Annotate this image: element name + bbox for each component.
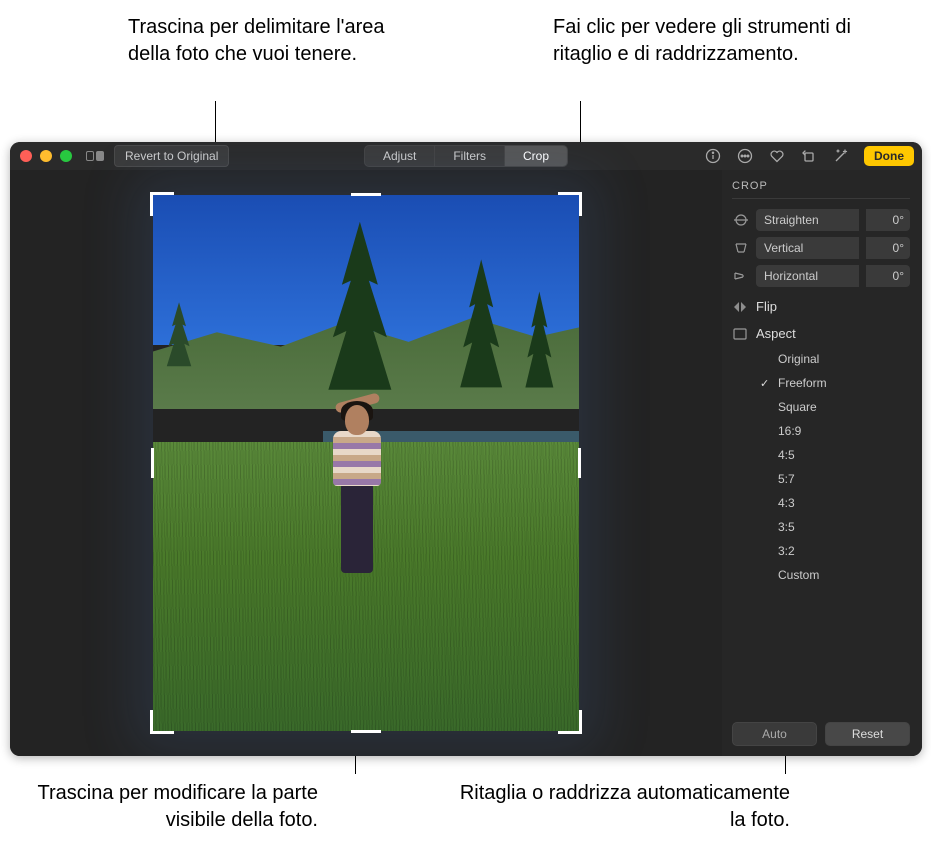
window-controls — [20, 150, 72, 162]
crop-handle-br[interactable] — [558, 710, 582, 734]
more-icon[interactable] — [736, 147, 754, 165]
vertical-row: Vertical 0° — [732, 237, 910, 259]
callout-crop-tab: Fai clic per vedere gli strumenti di rit… — [553, 14, 893, 68]
aspect-4-5[interactable]: 4:5 — [756, 443, 910, 467]
vertical-value[interactable]: 0° — [866, 237, 910, 259]
edit-tabs: Adjust Filters Crop — [364, 145, 568, 167]
panel-footer: Auto Reset — [732, 714, 910, 746]
crop-handle-tr[interactable] — [558, 192, 582, 216]
done-button[interactable]: Done — [864, 146, 914, 166]
revert-button[interactable]: Revert to Original — [114, 145, 229, 167]
aspect-square[interactable]: Square — [756, 395, 910, 419]
photos-edit-window: Revert to Original Adjust Filters Crop D… — [10, 142, 922, 756]
aspect-16-9[interactable]: 16:9 — [756, 419, 910, 443]
crop-handle-left[interactable] — [151, 448, 154, 478]
fullscreen-button[interactable] — [60, 150, 72, 162]
callout-drag-photo: Trascina per modificare la parte visibil… — [18, 780, 318, 834]
titlebar: Revert to Original Adjust Filters Crop D… — [10, 142, 922, 170]
crop-handle-bottom[interactable] — [351, 730, 381, 733]
favorite-icon[interactable] — [768, 147, 786, 165]
aspect-3-2[interactable]: 3:2 — [756, 539, 910, 563]
vertical-slider[interactable]: Vertical — [756, 237, 859, 259]
horizontal-slider[interactable]: Horizontal — [756, 265, 859, 287]
flip-row[interactable]: Flip — [732, 293, 910, 320]
aspect-original[interactable]: Original — [756, 347, 910, 371]
aspect-list: Original ✓Freeform Square 16:9 4:5 5:7 4… — [732, 347, 910, 587]
aspect-freeform[interactable]: ✓Freeform — [756, 371, 910, 395]
crop-handle-tl[interactable] — [150, 192, 174, 216]
flip-icon — [732, 301, 748, 313]
tab-crop[interactable]: Crop — [505, 146, 567, 166]
straighten-icon — [732, 213, 750, 227]
aspect-5-7[interactable]: 5:7 — [756, 467, 910, 491]
callout-auto: Ritaglia o raddrizza automaticamente la … — [440, 780, 790, 834]
aspect-row[interactable]: Aspect — [732, 320, 910, 347]
panel-title: CROP — [732, 180, 910, 199]
flip-label: Flip — [756, 299, 777, 314]
enhance-icon[interactable] — [832, 147, 850, 165]
straighten-value[interactable]: 0° — [866, 209, 910, 231]
toolbar-right: Done — [704, 146, 914, 166]
photo-content[interactable] — [153, 195, 579, 731]
crop-panel: CROP Straighten 0° Vertical 0° Horizo — [722, 170, 922, 756]
aspect-4-3[interactable]: 4:3 — [756, 491, 910, 515]
vertical-perspective-icon — [732, 241, 750, 255]
aspect-icon — [732, 328, 748, 340]
straighten-slider[interactable]: Straighten — [756, 209, 859, 231]
horizontal-row: Horizontal 0° — [732, 265, 910, 287]
horizontal-perspective-icon — [732, 269, 750, 283]
sidebar-toggle-icon[interactable] — [86, 151, 104, 161]
tab-filters[interactable]: Filters — [435, 146, 505, 166]
aspect-label: Aspect — [756, 326, 796, 341]
crop-frame[interactable] — [153, 195, 579, 731]
rotate-icon[interactable] — [800, 147, 818, 165]
tab-adjust[interactable]: Adjust — [365, 146, 435, 166]
crop-handle-right[interactable] — [578, 448, 581, 478]
callout-crop-handle: Trascina per delimitare l'area della fot… — [128, 14, 418, 68]
auto-button[interactable]: Auto — [732, 722, 817, 746]
horizontal-value[interactable]: 0° — [866, 265, 910, 287]
crop-handle-top[interactable] — [351, 193, 381, 196]
aspect-custom[interactable]: Custom — [756, 563, 910, 587]
edit-canvas — [10, 170, 722, 756]
minimize-button[interactable] — [40, 150, 52, 162]
crop-handle-bl[interactable] — [150, 710, 174, 734]
straighten-row: Straighten 0° — [732, 209, 910, 231]
aspect-3-5[interactable]: 3:5 — [756, 515, 910, 539]
info-icon[interactable] — [704, 147, 722, 165]
reset-button[interactable]: Reset — [825, 722, 910, 746]
close-button[interactable] — [20, 150, 32, 162]
